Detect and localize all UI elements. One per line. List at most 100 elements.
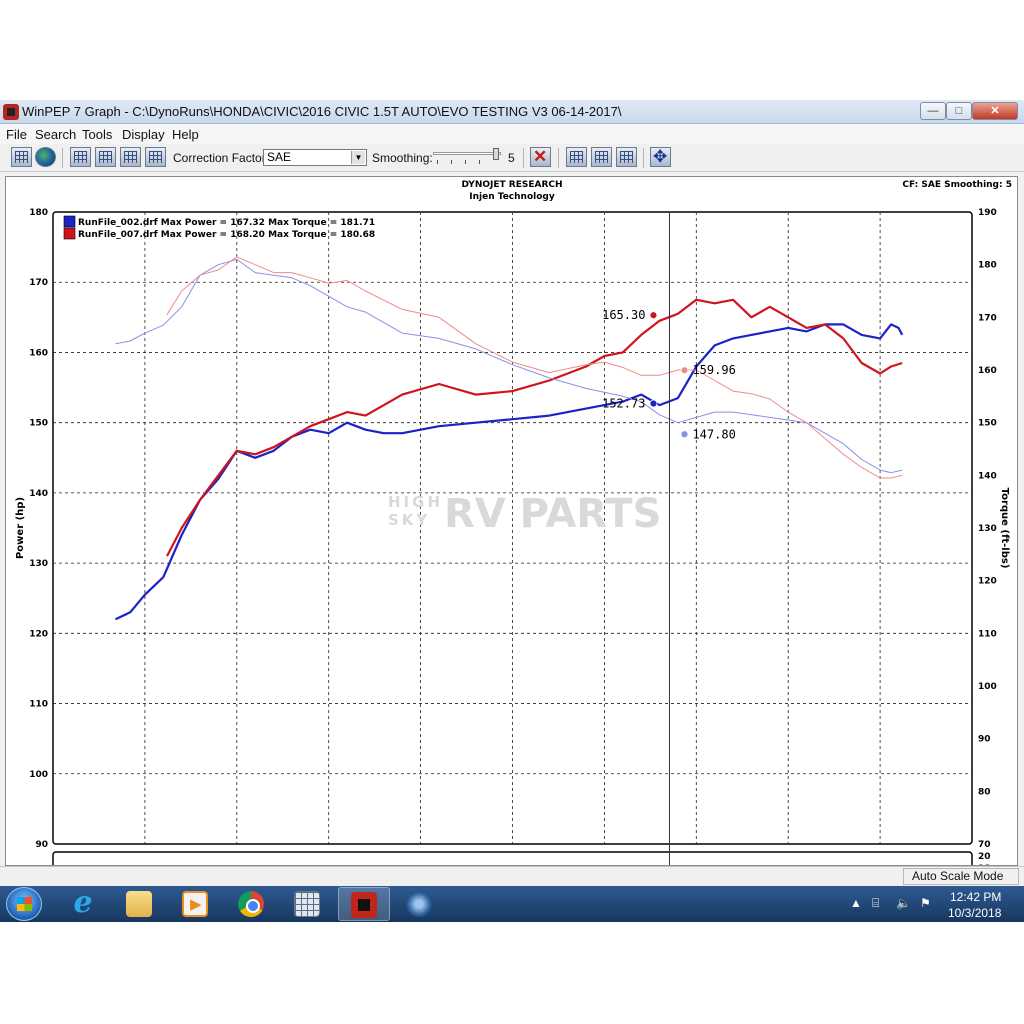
blue-power-readout: 152.73 [602, 396, 645, 410]
hand-icon[interactable] [591, 147, 612, 167]
legend-entry: RunFile_002.drf Max Power = 167.32 Max T… [78, 218, 375, 228]
overlay-icon[interactable] [120, 147, 141, 167]
auto-scale-mode-status: Auto Scale Mode [903, 868, 1019, 885]
slider-tick [451, 160, 452, 164]
overlay-icon[interactable] [95, 147, 116, 167]
afr-tick-label: 18 [978, 864, 991, 865]
power-tick-label: 100 [29, 770, 48, 780]
blue-torque-readout: 147.80 [692, 427, 735, 441]
clock-date[interactable]: 10/3/2018 [948, 906, 1001, 920]
legend-entry: RunFile_007.drf Max Power = 168.20 Max T… [78, 230, 375, 240]
afr-plot-frame [52, 851, 973, 865]
torque-tick-label: 150 [978, 419, 997, 429]
torque-tick-label: 170 [978, 313, 997, 323]
close-button[interactable]: ✕ [972, 102, 1018, 120]
taskbar-dynoware[interactable] [394, 887, 446, 921]
torque-tick-label: 160 [978, 366, 997, 376]
watermark-text: SKY [388, 511, 430, 529]
taskbar-file-explorer[interactable] [114, 887, 166, 921]
torque-tick-label: 90 [978, 735, 991, 745]
power-tick-label: 130 [29, 559, 48, 569]
chrome-icon [238, 891, 264, 917]
winpep-icon [351, 892, 377, 918]
taskbar: e ▲ ⌸ 🔈 ⚑ 12:42 PM 10/3/2018 [0, 886, 1024, 922]
menu-search[interactable]: Search [35, 127, 76, 142]
menu-display[interactable]: Display [122, 127, 165, 142]
menu-file[interactable]: File [6, 127, 27, 142]
menu-help[interactable]: Help [172, 127, 199, 142]
smoothing-value: 5 [508, 151, 515, 165]
delete-run-icon[interactable] [530, 147, 551, 167]
taskbar-internet-explorer[interactable]: e [58, 887, 110, 921]
minimize-button[interactable]: — [920, 102, 946, 120]
red-power-readout: 165.30 [602, 308, 645, 322]
torque-tick-label: 140 [978, 471, 997, 481]
torque-tick-label: 190 [978, 208, 997, 218]
window-title: WinPEP 7 Graph - C:\DynoRuns\HONDA\CIVIC… [22, 104, 622, 119]
smoothing-slider-thumb[interactable] [493, 148, 499, 160]
toolbar: Correction Factor: SAE ▼ Smoothing: 5 [0, 144, 1024, 172]
show-hidden-icons-icon[interactable]: ▲ [850, 896, 862, 910]
start-button[interactable] [6, 887, 42, 921]
dyno-chart[interactable]: 3.754.004.254.504.755.005.255.505.756.00… [6, 177, 1017, 865]
toolbar-separator [643, 148, 644, 168]
speaker-icon[interactable]: 🔈 [896, 896, 911, 910]
chevron-down-icon[interactable]: ▼ [351, 151, 365, 164]
power-tick-label: 120 [29, 629, 48, 639]
torque-tick-label: 130 [978, 524, 997, 534]
status-bar: Auto Scale Mode [0, 866, 1024, 886]
afr-tick-label: 20 [978, 852, 991, 862]
smoothing-slider-track[interactable] [433, 152, 501, 155]
power-tick-label: 170 [29, 278, 48, 288]
blue-power-marker [649, 399, 658, 408]
slider-tick [437, 160, 438, 164]
taskbar-chrome[interactable] [226, 887, 278, 921]
power-tick-label: 150 [29, 419, 48, 429]
title-bar: WinPEP 7 Graph - C:\DynoRuns\HONDA\CIVIC… [0, 100, 1024, 124]
taskbar-calculator[interactable] [282, 887, 334, 921]
watermark-text: RV PARTS [444, 491, 661, 537]
dyno-app-icon [406, 891, 432, 917]
network-icon[interactable]: ⌸ [872, 896, 879, 911]
overlay-icon[interactable] [70, 147, 91, 167]
torque-tick-label: 100 [978, 682, 997, 692]
smoothing-label: Smoothing: [372, 151, 433, 165]
torque-tick-label: 110 [978, 629, 997, 639]
toolbar-separator [558, 148, 559, 168]
winpep-app-icon[interactable] [3, 104, 19, 120]
maximize-button[interactable]: □ [946, 102, 972, 120]
grid-icon[interactable] [11, 147, 32, 167]
menu-bar: File Search Tools Display Help [0, 124, 1024, 144]
toolbar-separator [62, 148, 63, 168]
correction-smoothing-readout: CF: SAE Smoothing: 5 [902, 180, 1012, 190]
taskbar-media-player[interactable] [170, 887, 222, 921]
correction-factor-select[interactable]: SAE ▼ [263, 149, 367, 166]
clock-time[interactable]: 12:42 PM [950, 890, 1001, 904]
menu-tools[interactable]: Tools [82, 127, 112, 142]
zoom-icon[interactable] [566, 147, 587, 167]
move-cursor-icon[interactable] [650, 147, 671, 167]
power-tick-label: 180 [29, 208, 48, 218]
smoothing-slider[interactable] [433, 148, 501, 166]
taskbar-winpep[interactable] [338, 887, 390, 921]
slider-tick [479, 160, 480, 164]
folder-icon [126, 891, 152, 917]
toolbar-separator [523, 148, 524, 168]
chart-subtitle: Injen Technology [469, 192, 555, 202]
globe-icon[interactable] [35, 147, 56, 167]
calculator-icon [294, 891, 320, 917]
correction-factor-label: Correction Factor: [173, 151, 270, 165]
action-center-icon[interactable]: ⚑ [920, 896, 931, 910]
blue-torque-marker [680, 430, 689, 439]
torque-tick-label: 70 [978, 840, 991, 850]
media-player-icon [182, 891, 208, 917]
zoom-out-icon[interactable] [616, 147, 637, 167]
graph-panel[interactable]: 3.754.004.254.504.755.005.255.505.756.00… [5, 176, 1018, 866]
power-tick-label: 110 [29, 700, 48, 710]
overlay-icon[interactable] [145, 147, 166, 167]
legend-swatch [63, 215, 76, 228]
internet-explorer-icon: e [73, 885, 93, 920]
legend-swatch [63, 227, 76, 240]
power-axis-label: Power (hp) [15, 497, 26, 559]
correction-factor-value: SAE [267, 150, 292, 164]
